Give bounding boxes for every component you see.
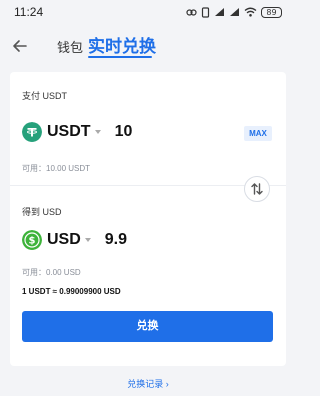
arrow-left-icon[interactable] bbox=[10, 36, 30, 56]
pay-coin-row: USDT 10 bbox=[22, 122, 132, 142]
tab-underline bbox=[88, 56, 152, 58]
tab-exchange[interactable]: 实时兑换 bbox=[88, 32, 156, 57]
svg-text:$: $ bbox=[29, 236, 36, 247]
pay-coin-select[interactable]: USDT bbox=[47, 123, 91, 141]
status-time: 11:24 bbox=[14, 5, 44, 19]
history-link-label: 兑换记录 bbox=[127, 379, 164, 389]
swap-icon bbox=[251, 183, 263, 195]
signal-icon-2 bbox=[230, 8, 239, 16]
receive-available: 可用：0.00 USD bbox=[22, 268, 81, 277]
pay-available: 可用：10.00 USDT bbox=[22, 164, 91, 173]
receive-coin-select[interactable]: USD bbox=[47, 231, 81, 249]
pay-label: 支付 USDT bbox=[22, 91, 68, 101]
history-link[interactable]: 兑换记录 › bbox=[0, 377, 296, 390]
exchange-rate: 1 USDT ≈ 0.99009900 USD bbox=[22, 287, 121, 296]
tab-wallet[interactable]: 钱包 bbox=[57, 37, 83, 56]
vibrate-icon bbox=[201, 6, 210, 18]
chevron-down-icon[interactable] bbox=[94, 130, 101, 134]
status-bar: 11:24 89 bbox=[0, 0, 296, 24]
usdt-coin-icon bbox=[22, 122, 42, 142]
chevron-right-icon: › bbox=[165, 379, 169, 389]
status-icons: 89 bbox=[186, 6, 282, 18]
link-icon bbox=[186, 8, 197, 16]
convert-button[interactable]: 兑换 bbox=[22, 311, 273, 342]
header: 钱包 实时兑换 bbox=[0, 24, 296, 68]
receive-coin-row: $ USD 9.9 bbox=[22, 230, 127, 250]
max-button[interactable]: MAX bbox=[244, 126, 272, 141]
swap-button[interactable] bbox=[244, 176, 270, 202]
exchange-card: 支付 USDT USDT 10 MAX 可用：10.00 USDT 得到 USD… bbox=[10, 72, 286, 366]
signal-icon bbox=[215, 8, 224, 16]
usd-coin-icon: $ bbox=[22, 230, 42, 250]
receive-amount-input[interactable]: 9.9 bbox=[105, 231, 127, 249]
pay-amount-input[interactable]: 10 bbox=[115, 123, 133, 141]
chevron-down-icon[interactable] bbox=[84, 238, 91, 242]
wifi-icon bbox=[244, 7, 257, 17]
battery-icon: 89 bbox=[261, 6, 282, 18]
receive-label: 得到 USD bbox=[22, 207, 62, 217]
